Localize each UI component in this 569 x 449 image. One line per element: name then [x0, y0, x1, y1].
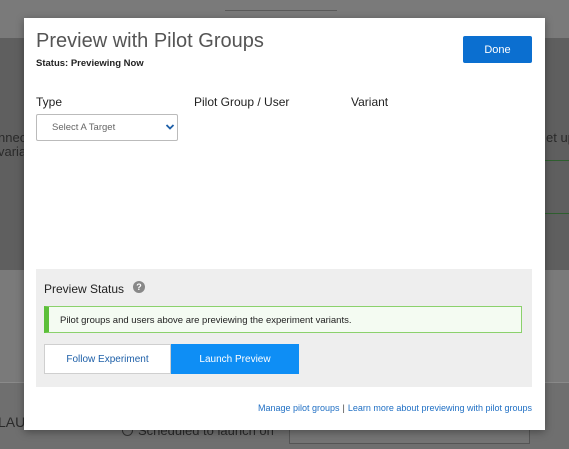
modal-title: Preview with Pilot Groups	[36, 30, 264, 52]
done-button[interactable]: Done	[463, 36, 532, 63]
column-header-pilot-group: Pilot Group / User	[194, 95, 290, 109]
bg-launch-fragment: LAU	[0, 414, 26, 430]
learn-more-link[interactable]: Learn more about previewing with pilot g…	[348, 403, 532, 413]
bg-text-fragment: varia	[0, 144, 27, 159]
column-header-type: Type	[36, 95, 63, 109]
bg-divider	[225, 10, 337, 11]
chevron-down-icon	[165, 124, 175, 130]
preview-modal: Preview with Pilot Groups Status: Previe…	[24, 18, 545, 430]
preview-status-panel: Preview Status ? Pilot groups and users …	[36, 269, 532, 387]
status-label: Status:	[36, 58, 69, 69]
column-header-variant: Variant	[351, 95, 389, 109]
status-banner: Pilot groups and users above are preview…	[44, 306, 522, 333]
type-select[interactable]: Select A Target	[36, 114, 178, 141]
launch-preview-button[interactable]: Launch Preview	[171, 344, 299, 374]
link-separator: |	[342, 403, 345, 413]
modal-status: Status: Previewing Now	[36, 58, 144, 69]
status-value: Previewing Now	[70, 58, 144, 69]
bg-text-fragment: et up	[546, 130, 569, 145]
help-icon[interactable]: ?	[133, 281, 145, 293]
footer-links: Manage pilot groups | Learn more about pre…	[258, 403, 532, 413]
manage-pilot-groups-link[interactable]: Manage pilot groups	[258, 403, 340, 413]
status-banner-text: Pilot groups and users above are preview…	[60, 315, 352, 326]
preview-status-title: Preview Status	[44, 282, 125, 296]
follow-experiment-button[interactable]: Follow Experiment	[44, 344, 171, 374]
type-select-value: Select A Target	[52, 122, 116, 133]
